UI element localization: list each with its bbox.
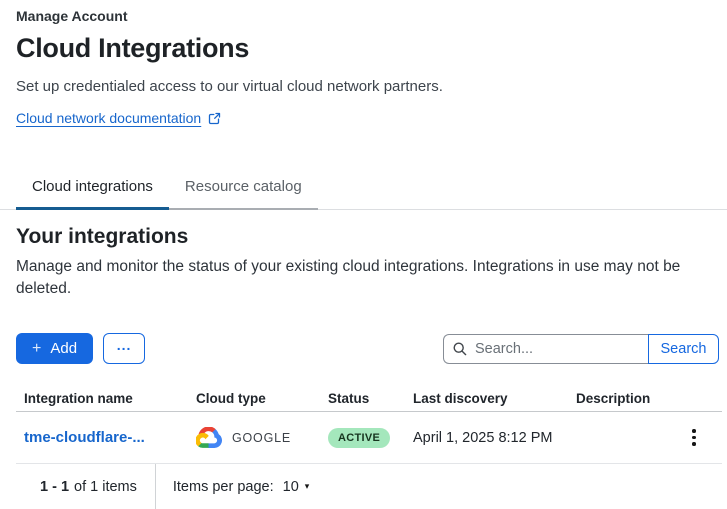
column-header-description: Description: [576, 391, 666, 406]
your-integrations-section: Your integrations Manage and monitor the…: [0, 225, 727, 509]
search-icon: [452, 341, 468, 357]
page-title: Cloud Integrations: [16, 33, 711, 64]
breadcrumb: Manage Account: [16, 8, 711, 24]
add-button-label: Add: [50, 340, 77, 357]
pagination-bar: 1 - 1 of 1 items Items per page: 10 ▾: [16, 464, 719, 509]
search-input[interactable]: [443, 334, 648, 364]
column-header-integration-name: Integration name: [24, 391, 196, 406]
google-cloud-icon: [196, 427, 222, 448]
search-button[interactable]: Search: [648, 334, 719, 364]
kebab-icon: [692, 429, 696, 433]
column-header-cloud-type: Cloud type: [196, 391, 328, 406]
last-discovery-cell: April 1, 2025 8:12 PM: [413, 430, 576, 446]
page-header: Manage Account Cloud Integrations Set up…: [0, 0, 727, 128]
items-per-page-select[interactable]: 10 ▾: [283, 479, 310, 495]
row-actions-kebab-button[interactable]: [686, 423, 702, 452]
tab-bar: Cloud integrations Resource catalog: [0, 172, 727, 210]
cloud-type-label: GOOGLE: [232, 431, 291, 445]
items-per-page-value: 10: [283, 479, 299, 495]
tab-resource-catalog[interactable]: Resource catalog: [169, 172, 318, 210]
table-header-row: Integration name Cloud type Status Last …: [16, 385, 722, 412]
status-badge: ACTIVE: [328, 428, 390, 448]
ellipsis-icon: ...: [117, 337, 132, 353]
overflow-menu-button[interactable]: ...: [103, 333, 145, 364]
plus-icon: +: [32, 340, 41, 358]
column-header-status: Status: [328, 391, 413, 406]
external-link-icon: [208, 112, 221, 125]
doc-link-label: Cloud network documentation: [16, 110, 201, 126]
tab-cloud-integrations[interactable]: Cloud integrations: [16, 172, 169, 210]
items-per-page-label: Items per page:: [173, 479, 274, 495]
pagination-total: of 1 items: [74, 479, 137, 495]
section-description: Manage and monitor the status of your ex…: [16, 256, 719, 300]
cloud-type-cell: GOOGLE: [196, 427, 328, 448]
page-subtitle: Set up credentialed access to our virtua…: [16, 78, 711, 95]
integrations-table: Integration name Cloud type Status Last …: [16, 385, 722, 464]
column-header-last-discovery: Last discovery: [413, 391, 576, 406]
add-button[interactable]: + Add: [16, 333, 93, 364]
section-heading: Your integrations: [16, 225, 719, 249]
table-toolbar: + Add ... Search: [16, 333, 719, 364]
status-cell: ACTIVE: [328, 428, 413, 448]
integration-name-link[interactable]: tme-cloudflare-...: [24, 429, 196, 446]
caret-down-icon: ▾: [305, 481, 310, 492]
table-row: tme-cloudflare-... GOOGLE ACTIVE April 1…: [16, 412, 722, 464]
pagination-range: 1 - 1: [40, 479, 69, 495]
cloud-network-documentation-link[interactable]: Cloud network documentation: [16, 110, 221, 126]
pagination-divider: [155, 464, 156, 509]
search-group: Search: [443, 334, 719, 364]
